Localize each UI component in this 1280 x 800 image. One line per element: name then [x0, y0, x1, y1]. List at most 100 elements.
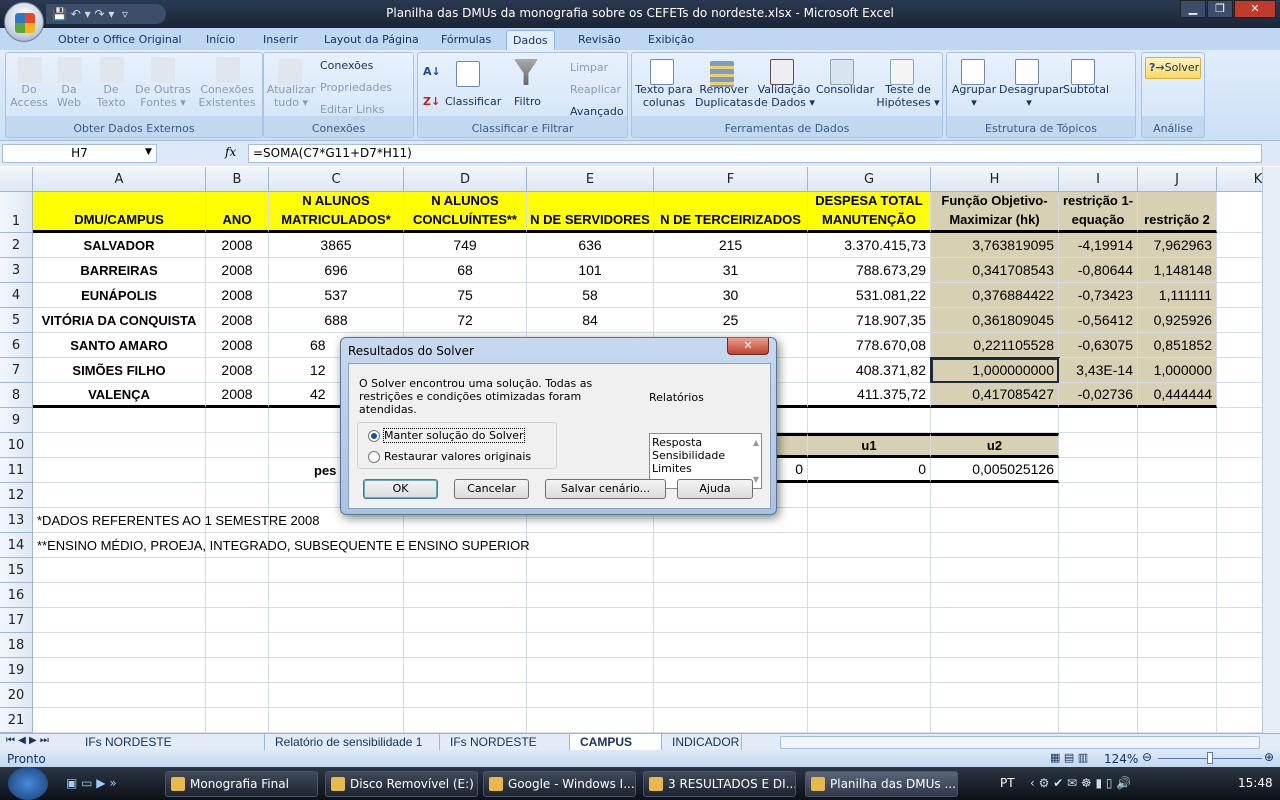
column-header-D[interactable]: D — [404, 167, 527, 192]
scroll-up-icon[interactable]: ▲ — [753, 436, 759, 449]
restore-button[interactable]: ❐ — [1207, 0, 1233, 18]
tab-in-cio[interactable]: Início — [200, 30, 241, 50]
data-cell[interactable]: 696 — [269, 258, 404, 283]
data-cell[interactable]: 1,111111 — [1138, 283, 1217, 308]
row-header-16[interactable]: 16 — [0, 583, 33, 608]
cell[interactable] — [1059, 558, 1138, 583]
from-access-button[interactable]: Do Access — [10, 83, 48, 109]
cell[interactable] — [206, 583, 269, 608]
cell[interactable] — [33, 658, 206, 683]
restore-values-radio[interactable]: Restaurar valores originais — [368, 450, 531, 463]
row-header-8[interactable]: 8 — [0, 383, 33, 408]
column-header-B[interactable]: B — [206, 167, 269, 192]
row-header-11[interactable]: 11 — [0, 458, 33, 483]
sheet-nav-arrows-icon[interactable]: ⏮ ◀ ▶ ⏭ — [6, 735, 49, 746]
cell[interactable] — [1059, 708, 1138, 733]
cell[interactable] — [1217, 633, 1262, 658]
connections-button[interactable]: Conexões — [320, 59, 373, 72]
data-cell[interactable]: 25 — [654, 308, 808, 333]
data-cell[interactable]: 58 — [527, 283, 654, 308]
u2-value[interactable]: 0,005025126 — [931, 458, 1059, 483]
advanced-button[interactable]: Avançado — [570, 105, 624, 118]
cell[interactable] — [527, 658, 654, 683]
row-header-21[interactable]: 21 — [0, 708, 33, 733]
quick-launch-icons[interactable]: ▣ ▭ ▶ » — [66, 776, 117, 790]
cell[interactable] — [527, 583, 654, 608]
cell[interactable] — [1217, 608, 1262, 633]
cell[interactable] — [404, 658, 527, 683]
existing-connections-button[interactable]: Conexões Existentes — [198, 83, 256, 109]
filter-button[interactable]: Filtro — [514, 95, 541, 108]
cell[interactable] — [1138, 633, 1217, 658]
report-item-limits[interactable]: Limites — [652, 462, 759, 475]
help-button[interactable]: Ajuda — [677, 479, 753, 499]
taskbar-item[interactable]: Planilha das DMUs ... — [805, 771, 958, 797]
row-header-3[interactable]: 3 — [0, 258, 33, 283]
text-to-columns-button[interactable]: Texto para colunas — [634, 83, 694, 109]
data-cell[interactable]: SALVADOR — [33, 233, 206, 258]
close-button[interactable]: ✕ — [1234, 0, 1276, 18]
data-cell[interactable]: 75 — [404, 283, 527, 308]
cell[interactable] — [206, 483, 269, 508]
cell[interactable] — [808, 558, 931, 583]
u2-header[interactable]: u2 — [931, 433, 1059, 458]
cell[interactable] — [269, 558, 404, 583]
cell[interactable] — [654, 608, 808, 633]
cell[interactable] — [654, 558, 808, 583]
cell[interactable] — [931, 558, 1059, 583]
cell[interactable] — [33, 633, 206, 658]
data-cell[interactable]: 3,43E-14 — [1059, 358, 1138, 383]
data-cell[interactable]: 2008 — [206, 258, 269, 283]
data-cell[interactable]: 31 — [654, 258, 808, 283]
keep-solution-radio[interactable]: Manter solução do Solver — [368, 428, 525, 443]
data-cell[interactable]: 7,962963 — [1138, 233, 1217, 258]
data-cell[interactable]: -0,02736 — [1059, 383, 1138, 408]
cell[interactable] — [206, 433, 269, 458]
row-header-2[interactable]: 2 — [0, 233, 33, 258]
row-header-15[interactable]: 15 — [0, 558, 33, 583]
zoom-slider-thumb[interactable] — [1207, 752, 1213, 764]
tray-icons[interactable]: ‹ ⚙ ✔ ✉ ☸ ▮ ▯ 🔊 — [1030, 776, 1131, 790]
cell[interactable] — [33, 458, 206, 483]
cell[interactable] — [931, 633, 1059, 658]
row-header-7[interactable]: 7 — [0, 358, 33, 383]
subtotal-button[interactable]: Subtotal — [1061, 83, 1111, 96]
from-text-button[interactable]: De Texto — [92, 83, 130, 109]
row-header-13[interactable]: 13 — [0, 508, 33, 533]
cell[interactable] — [527, 683, 654, 708]
cell[interactable] — [33, 683, 206, 708]
tab-layout-da-p-gina[interactable]: Layout da Página — [318, 30, 425, 50]
sort-button[interactable]: Classificar — [445, 95, 501, 108]
column-header-C[interactable]: C — [269, 167, 404, 192]
data-cell[interactable]: 0,444444 — [1138, 383, 1217, 408]
tab-inserir[interactable]: Inserir — [257, 30, 304, 50]
cell[interactable] — [1217, 433, 1262, 458]
cell[interactable] — [808, 408, 931, 433]
data-cell[interactable]: 30 — [654, 283, 808, 308]
data-cell[interactable]: 2008 — [206, 383, 269, 408]
cell[interactable] — [1217, 308, 1262, 333]
cell[interactable] — [527, 708, 654, 733]
cell[interactable] — [269, 583, 404, 608]
data-cell[interactable]: SANTO AMARO — [33, 333, 206, 358]
tab-dados[interactable]: Dados — [506, 30, 555, 50]
cell[interactable] — [1059, 458, 1138, 483]
cell[interactable] — [269, 633, 404, 658]
data-cell[interactable]: -0,73423 — [1059, 283, 1138, 308]
start-button[interactable] — [8, 767, 48, 800]
cell[interactable] — [404, 583, 527, 608]
cell[interactable] — [1138, 458, 1217, 483]
cell[interactable] — [1059, 433, 1138, 458]
cell[interactable] — [33, 583, 206, 608]
data-cell[interactable]: 636 — [527, 233, 654, 258]
cell[interactable] — [808, 583, 931, 608]
cancel-button[interactable]: Cancelar — [454, 479, 529, 499]
row-header-14[interactable]: 14 — [0, 533, 33, 558]
data-cell[interactable]: 3,763819095 — [931, 233, 1059, 258]
cell[interactable] — [654, 708, 808, 733]
cell[interactable] — [1217, 708, 1262, 733]
data-cell[interactable]: 72 — [404, 308, 527, 333]
cell[interactable] — [206, 458, 269, 483]
data-cell[interactable]: 3.370.415,73 — [808, 233, 931, 258]
row-header-1[interactable]: 1 — [0, 192, 33, 233]
